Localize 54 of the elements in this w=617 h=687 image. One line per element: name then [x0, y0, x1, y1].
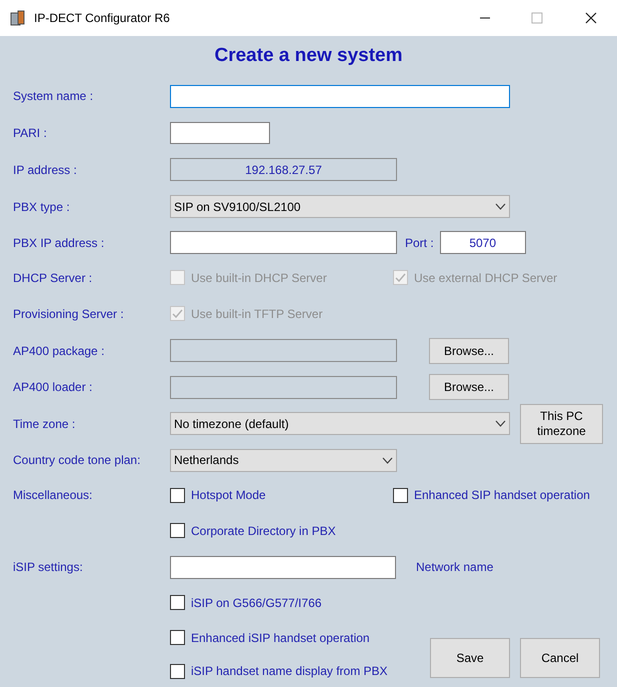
- port-label: Port :: [405, 234, 434, 252]
- field-label: Country code tone plan:: [13, 453, 140, 467]
- field-label: AP400 package :: [13, 344, 104, 358]
- checkbox-label: Hotspot Mode: [191, 487, 266, 504]
- check-icon: [395, 272, 406, 283]
- browse-button[interactable]: Browse...: [429, 374, 509, 400]
- field-label: AP400 loader :: [13, 380, 92, 394]
- field-label: IP address :: [13, 162, 77, 176]
- chevron-down-icon: [382, 456, 393, 464]
- checkbox[interactable]: [393, 488, 408, 502]
- pari-field[interactable]: [170, 122, 270, 144]
- field-label: DHCP Server :: [13, 270, 92, 284]
- file-path-field[interactable]: [170, 339, 397, 362]
- field-label: PBX type :: [13, 200, 70, 214]
- field-label: PBX IP address :: [13, 236, 104, 250]
- dropdown[interactable]: SIP on SV9100/SL2100: [170, 195, 510, 218]
- field-label: PARI :: [13, 126, 47, 140]
- window-title: IP-DECT Configurator R6: [34, 10, 170, 27]
- dialog-button[interactable]: Cancel: [520, 638, 600, 678]
- system-name-field[interactable]: [170, 84, 510, 108]
- checkbox-label: Enhanced iSIP handset operation: [191, 630, 370, 646]
- field-label: Provisioning Server :: [13, 306, 124, 320]
- check-icon: [172, 308, 183, 319]
- checkbox[interactable]: [170, 523, 185, 538]
- dropdown[interactable]: Netherlands: [170, 448, 397, 472]
- field-label: iSIP settings:: [13, 560, 83, 574]
- field-label: Time zone :: [13, 416, 76, 430]
- this-pc-timezone-button[interactable]: This PC timezone: [520, 404, 603, 444]
- checkbox-label: Use built-in TFTP Server: [191, 306, 323, 322]
- checkbox-label: iSIP handset name display from PBX: [191, 663, 388, 680]
- dialog-button[interactable]: Save: [430, 638, 510, 678]
- checkbox-label: Corporate Directory in PBX: [191, 522, 336, 540]
- form-heading: Create a new system: [214, 44, 402, 68]
- checkbox-label: Use external DHCP Server: [414, 270, 558, 286]
- chevron-down-icon: [495, 203, 506, 210]
- file-path-field[interactable]: [170, 376, 397, 398]
- checkbox[interactable]: [170, 595, 185, 610]
- pbx-ip-field[interactable]: [170, 231, 397, 254]
- app-icon: [10, 10, 26, 26]
- port-field[interactable]: 5070: [440, 231, 526, 254]
- checkbox[interactable]: [170, 664, 185, 678]
- browse-button[interactable]: Browse...: [429, 338, 509, 364]
- checkbox[interactable]: [170, 488, 185, 502]
- field-label: Miscellaneous:: [13, 488, 92, 502]
- checkbox-label: Enhanced SIP handset operation: [414, 487, 590, 504]
- field-label: System name :: [13, 89, 94, 103]
- network-name-field[interactable]: [170, 556, 396, 578]
- dropdown[interactable]: No timezone (default): [170, 412, 510, 435]
- network-name-label: Network name: [416, 559, 494, 576]
- chevron-down-icon: [495, 420, 506, 427]
- checkbox[interactable]: [170, 630, 185, 645]
- checkbox-label: Use built-in DHCP Server: [191, 270, 327, 286]
- checkbox-label: iSIP on G566/G577/I766: [191, 594, 322, 612]
- close-icon[interactable]: [585, 12, 597, 24]
